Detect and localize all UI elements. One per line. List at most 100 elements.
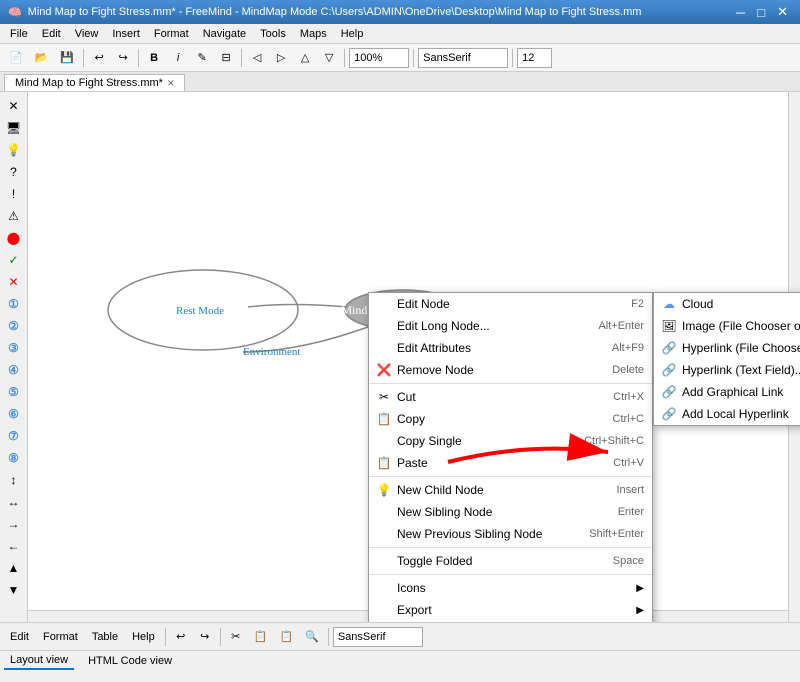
new-button[interactable]: 📄 xyxy=(4,47,28,69)
font-size-input[interactable]: 12 xyxy=(517,48,552,68)
ctx-edit-node[interactable]: Edit Node F2 xyxy=(369,293,652,315)
sidebar-icon-close[interactable]: ✕ xyxy=(4,96,24,116)
sidebar-icon-arrow-leftright[interactable]: ↔ xyxy=(4,492,24,512)
sub-cloud[interactable]: ☁ Cloud xyxy=(654,293,800,315)
ctx-edit-node-label: Edit Node xyxy=(397,297,450,311)
canvas-area[interactable]: Mind Map to Fight Stress Rest Mode Food … xyxy=(28,92,800,622)
undo-button[interactable]: ↩ xyxy=(88,47,110,69)
nav-prev-button[interactable]: ◁ xyxy=(246,47,268,69)
bottom-paste[interactable]: 📋 xyxy=(274,626,298,648)
open-button[interactable]: 📂 xyxy=(30,47,54,69)
sidebar-icon-3[interactable]: ③ xyxy=(4,338,24,358)
sidebar-icon-warning[interactable]: ⚠ xyxy=(4,206,24,226)
sub-hyperlink-file[interactable]: 🔗 Hyperlink (File Chooser)... xyxy=(654,337,800,359)
ctx-edit-long-node[interactable]: Edit Long Node... Alt+Enter xyxy=(369,315,652,337)
menu-edit[interactable]: Edit xyxy=(36,26,67,42)
ctx-remove-node[interactable]: ❌ Remove Node Delete xyxy=(369,359,652,381)
menu-insert[interactable]: Insert xyxy=(106,26,146,42)
ctx-new-sibling[interactable]: New Sibling Node Enter xyxy=(369,501,652,523)
bottom-menu-help[interactable]: Help xyxy=(126,629,161,645)
sidebar-icon-arrow-up[interactable]: ▲ xyxy=(4,558,24,578)
bottom-redo[interactable]: ↪ xyxy=(194,626,216,648)
bottom-undo[interactable]: ↩ xyxy=(170,626,192,648)
sidebar-icon-8[interactable]: ⑧ xyxy=(4,448,24,468)
title-bar: 🧠 Mind Map to Fight Stress.mm* - FreeMin… xyxy=(0,0,800,24)
sidebar-icon-arrow-down[interactable]: ▼ xyxy=(4,580,24,600)
sidebar-icon-cross[interactable]: ✕ xyxy=(4,272,24,292)
bottom-menu-table[interactable]: Table xyxy=(86,629,124,645)
redo-button[interactable]: ↪ xyxy=(112,47,134,69)
window-title: Mind Map to Fight Stress.mm* - FreeMind … xyxy=(28,6,642,18)
ctx-export[interactable]: Export ▶ xyxy=(369,599,652,621)
fold-button[interactable]: ⊟ xyxy=(215,47,237,69)
bold-button[interactable]: B xyxy=(143,47,165,69)
ctx-icons[interactable]: Icons ▶ xyxy=(369,577,652,599)
sidebar-icon-arrow-updown[interactable]: ↕ xyxy=(4,470,24,490)
bottom-tab-html[interactable]: HTML Code view xyxy=(82,653,178,669)
window-controls[interactable]: ─ □ ✕ xyxy=(732,4,792,20)
bottom-menu-edit[interactable]: Edit xyxy=(4,629,35,645)
ctx-cut[interactable]: ✂ Cut Ctrl+X xyxy=(369,386,652,408)
sub-add-graphical-link[interactable]: 🔗 Add Graphical Link xyxy=(654,381,800,403)
sidebar-icon-4[interactable]: ④ xyxy=(4,360,24,380)
separator-5 xyxy=(413,49,414,67)
ctx-sep-1 xyxy=(369,383,652,384)
bottom-find[interactable]: 🔍 xyxy=(300,626,324,648)
sidebar-icon-1[interactable]: ① xyxy=(4,294,24,314)
close-button[interactable]: ✕ xyxy=(773,4,792,20)
document-tab[interactable]: Mind Map to Fight Stress.mm* ✕ xyxy=(4,74,185,91)
edit-button[interactable]: ✎ xyxy=(191,47,213,69)
sidebar-icon-question[interactable]: ? xyxy=(4,162,24,182)
sidebar-icon-exclaim[interactable]: ! xyxy=(4,184,24,204)
menu-navigate[interactable]: Navigate xyxy=(197,26,252,42)
ctx-copy-icon: 📋 xyxy=(375,412,393,426)
nav-down-button[interactable]: ▽ xyxy=(318,47,340,69)
ctx-copy-single[interactable]: Copy Single Ctrl+Shift+C xyxy=(369,430,652,452)
ctx-edit-attributes[interactable]: Edit Attributes Alt+F9 xyxy=(369,337,652,359)
nav-up-button[interactable]: △ xyxy=(294,47,316,69)
bottom-copy[interactable]: 📋 xyxy=(249,626,273,648)
sidebar-icon-7[interactable]: ⑦ xyxy=(4,426,24,446)
italic-button[interactable]: i xyxy=(167,47,189,69)
bottom-toolbar: Edit Format Table Help ↩ ↪ ✂ 📋 📋 🔍 xyxy=(0,623,800,651)
ctx-copy-shortcut: Ctrl+C xyxy=(613,413,644,425)
nav-next-button[interactable]: ▷ xyxy=(270,47,292,69)
font-name-input[interactable]: SansSerif xyxy=(418,48,508,68)
sub-hyperlink-file-icon: 🔗 xyxy=(660,341,678,355)
menu-format[interactable]: Format xyxy=(148,26,195,42)
tab-close-icon[interactable]: ✕ xyxy=(167,78,175,89)
menu-help[interactable]: Help xyxy=(335,26,370,42)
sidebar-icon-6[interactable]: ⑥ xyxy=(4,404,24,424)
ctx-format[interactable]: Format ▶ xyxy=(369,621,652,622)
menu-view[interactable]: View xyxy=(69,26,105,42)
menu-file[interactable]: File xyxy=(4,26,34,42)
bottom-cut[interactable]: ✂ xyxy=(225,626,247,648)
ctx-toggle-folded[interactable]: Toggle Folded Space xyxy=(369,550,652,572)
sidebar-icon-lightbulb[interactable]: 💡 xyxy=(4,140,24,160)
ctx-paste[interactable]: 📋 Paste Ctrl+V xyxy=(369,452,652,474)
sidebar-icon-monitor[interactable]: 🖥 xyxy=(4,118,24,138)
sidebar-icon-arrow-left[interactable]: ← xyxy=(4,536,24,556)
menu-tools[interactable]: Tools xyxy=(254,26,292,42)
sub-add-local-hyperlink[interactable]: 🔗 Add Local Hyperlink xyxy=(654,403,800,425)
bottom-font-input[interactable] xyxy=(333,627,423,647)
sidebar-icon-5[interactable]: ⑤ xyxy=(4,382,24,402)
save-button[interactable]: 💾 xyxy=(55,47,79,69)
bottom-tab-layout[interactable]: Layout view xyxy=(4,652,74,670)
minimize-button[interactable]: ─ xyxy=(732,4,749,20)
sidebar-icon-check[interactable]: ✓ xyxy=(4,250,24,270)
bottom-menu-format[interactable]: Format xyxy=(37,629,84,645)
ctx-new-child-icon: 💡 xyxy=(375,483,393,497)
menu-bar: File Edit View Insert Format Navigate To… xyxy=(0,24,800,44)
sub-image-file[interactable]: 🖼 Image (File Chooser or Link)... xyxy=(654,315,800,337)
ctx-new-child[interactable]: 💡 New Child Node Insert xyxy=(369,479,652,501)
ctx-new-prev-sibling[interactable]: New Previous Sibling Node Shift+Enter xyxy=(369,523,652,545)
sub-hyperlink-text[interactable]: 🔗 Hyperlink (Text Field)... xyxy=(654,359,800,381)
ctx-copy[interactable]: 📋 Copy Ctrl+C xyxy=(369,408,652,430)
sidebar-icon-2[interactable]: ② xyxy=(4,316,24,336)
sidebar-icon-stop[interactable]: ⬤ xyxy=(4,228,24,248)
menu-maps[interactable]: Maps xyxy=(294,26,333,42)
maximize-button[interactable]: □ xyxy=(753,4,769,20)
zoom-input[interactable]: 100% xyxy=(349,48,409,68)
sidebar-icon-arrow-right[interactable]: → xyxy=(4,514,24,534)
